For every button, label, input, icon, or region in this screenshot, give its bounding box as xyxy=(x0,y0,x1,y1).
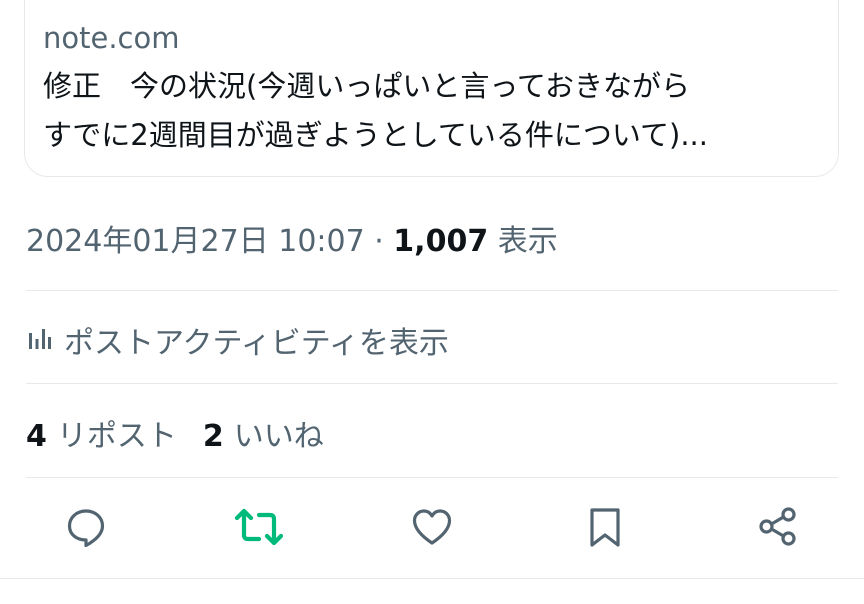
likes-stat[interactable]: 2 いいね xyxy=(203,411,324,455)
post-activity-link[interactable]: ポストアクティビティを表示 xyxy=(26,318,449,362)
link-card-domain: note.com xyxy=(43,21,180,55)
divider xyxy=(26,477,838,478)
link-card-title-line-1: 修正 今の状況(今週いっぱいと言っておきながら xyxy=(43,69,690,103)
reply-icon xyxy=(64,505,108,553)
repost-arrow-left xyxy=(234,508,262,542)
meta-separator: · xyxy=(364,224,394,259)
bookmark-button[interactable] xyxy=(576,500,634,558)
action-bar xyxy=(0,500,864,558)
bookmark-icon xyxy=(585,505,625,553)
like-button[interactable] xyxy=(403,500,461,558)
share-icon xyxy=(756,505,800,553)
likes-count: 2 xyxy=(202,419,224,454)
reposts-label: リポスト xyxy=(56,419,177,454)
repost-icon xyxy=(234,505,284,553)
divider xyxy=(0,578,864,579)
like-icon xyxy=(410,505,454,553)
bar-chart-icon xyxy=(26,325,52,355)
divider xyxy=(26,383,838,384)
repost-arrow-right xyxy=(256,512,284,546)
engagement-stats: 4 リポスト 2 いいね xyxy=(26,412,324,454)
repost-button[interactable] xyxy=(230,500,288,558)
post-meta: 2024年01月27日 10:07 · 1,007 表示 xyxy=(26,222,558,262)
reposts-stat[interactable]: 4 リポスト xyxy=(26,411,177,455)
views-label: 表示 xyxy=(488,224,558,259)
reposts-count: 4 xyxy=(26,419,47,454)
post-timestamp[interactable]: 2024年01月27日 10:07 xyxy=(26,224,365,259)
reply-button[interactable] xyxy=(57,500,115,558)
post-activity-label: ポストアクティビティを表示 xyxy=(64,326,449,361)
link-card-title[interactable]: 修正 今の状況(今週いっぱいと言っておきながら すでに2週間目が過ぎようとしてい… xyxy=(43,62,813,160)
likes-label: いいね xyxy=(233,419,324,454)
share-button[interactable] xyxy=(749,500,807,558)
link-card-title-line-2: すでに2週間目が過ぎようとしている件について)... xyxy=(43,118,708,152)
views-count: 1,007 xyxy=(393,224,489,259)
divider xyxy=(26,290,838,291)
